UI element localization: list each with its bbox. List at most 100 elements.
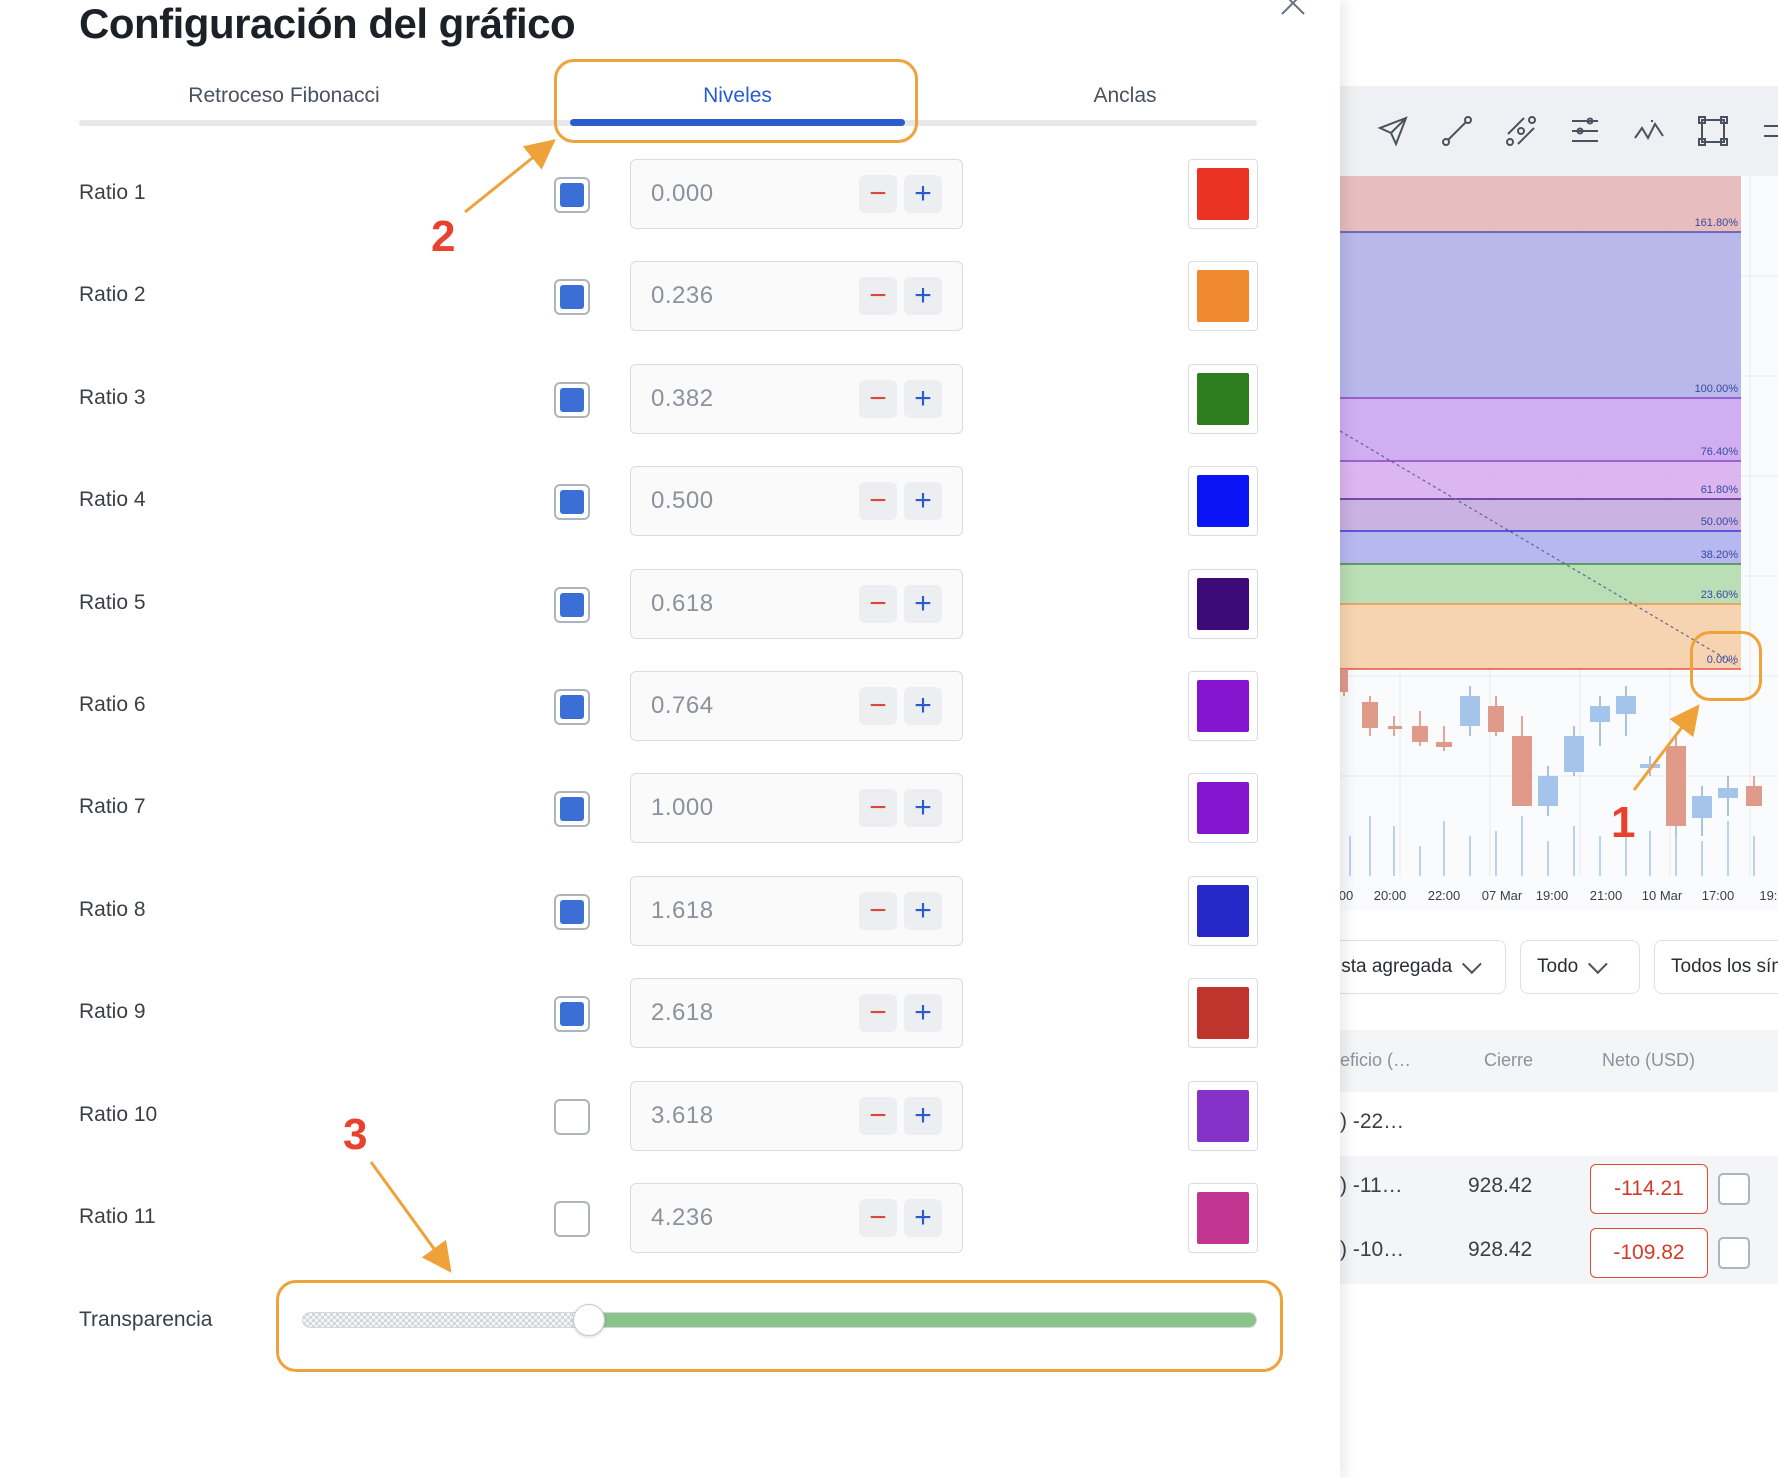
ratio-value-input[interactable]: 4.236 [651,1204,714,1232]
cell-neto: -109.82 [1613,1241,1685,1264]
minus-icon[interactable]: − [859,1096,897,1135]
ratio-value-input[interactable]: 3.618 [651,1102,714,1130]
ratio-visible-checkbox[interactable] [554,1098,590,1135]
minus-icon[interactable]: − [859,789,897,828]
plus-icon[interactable]: + [904,687,942,725]
plus-icon[interactable]: + [904,482,942,521]
ratio-visible-checkbox[interactable] [554,381,590,418]
ratio-color-picker[interactable] [1188,363,1258,434]
plus-icon[interactable]: + [904,1096,942,1135]
ratio-value-input[interactable]: 0.000 [651,180,714,208]
ratio-value-stepper[interactable]: 3.618 − + [630,1080,963,1151]
ratio-value-input[interactable]: 0.382 [651,385,714,413]
column-header-neto[interactable]: Neto (USD) [1602,1050,1695,1071]
ratio-color-picker[interactable] [1188,1080,1258,1151]
ratio-value-stepper[interactable]: 1.000 − + [630,773,963,844]
ratio-color-picker[interactable] [1188,568,1258,639]
plus-icon[interactable]: + [904,584,942,623]
annotation-callout-fib-level [1690,631,1762,701]
minus-icon[interactable]: − [859,994,897,1033]
ratio-value-stepper[interactable]: 0.500 − + [630,466,963,537]
minus-icon[interactable]: − [859,891,897,930]
type-filter-dropdown[interactable]: Todo [1520,940,1640,994]
ratio-visible-checkbox[interactable] [554,689,590,725]
plus-icon[interactable]: + [904,891,942,930]
row-checkbox[interactable] [1718,1237,1750,1269]
ratio-visible-checkbox[interactable] [554,791,590,828]
more-icon[interactable] [1760,114,1778,148]
ratio-value-input[interactable]: 0.500 [651,487,714,515]
ratio-label: Ratio 4 [79,488,146,512]
table-row[interactable]: ) -11… 928.42 -114.21 [1340,1156,1778,1220]
plus-icon[interactable]: + [904,175,942,213]
price-chart[interactable]: 161.80% 100.00% 76.40% 61.80% 50.00% 38.20% 23… [1340,176,1778,910]
minus-icon[interactable]: − [859,482,897,521]
ratio-value-input[interactable]: 0.236 [651,282,714,310]
minus-icon[interactable]: − [859,687,897,725]
table-row[interactable]: ) -22… [1340,1092,1778,1156]
ratio-value-input[interactable]: 2.618 [651,999,714,1027]
table-row[interactable]: ) -10… 928.42 -109.82 [1340,1220,1778,1284]
ratio-visible-checkbox[interactable] [554,279,590,316]
ratio-color-picker[interactable] [1188,261,1258,332]
ratio-value-input[interactable]: 1.000 [651,794,714,822]
minus-icon[interactable]: − [859,584,897,623]
plus-icon[interactable]: + [904,277,942,316]
ratio-value-stepper[interactable]: 0.000 − + [630,159,963,229]
minus-icon[interactable]: − [859,175,897,213]
candle [1538,776,1558,806]
color-swatch [1197,782,1249,835]
ratio-color-picker[interactable] [1188,466,1258,537]
column-header-cierre[interactable]: Cierre [1484,1050,1533,1071]
view-filter-dropdown[interactable]: ista agregada [1340,940,1506,994]
ratio-value-stepper[interactable]: 2.618 − + [630,978,963,1049]
rectangle-icon[interactable] [1696,114,1730,148]
ratio-color-picker[interactable] [1188,671,1258,741]
ratio-value-input[interactable]: 0.764 [651,692,714,720]
ratio-visible-checkbox[interactable] [554,484,590,521]
ratio-value-stepper[interactable]: 0.618 − + [630,568,963,639]
ratio-color-picker[interactable] [1188,1183,1258,1253]
plus-icon[interactable]: + [904,1199,942,1237]
horizontal-lines-icon[interactable] [1568,114,1602,148]
candle [1616,696,1636,714]
line-icon[interactable] [1440,114,1474,148]
ratio-color-picker[interactable] [1188,978,1258,1049]
plus-icon[interactable]: + [904,379,942,418]
send-icon[interactable] [1376,114,1410,148]
minus-icon[interactable]: − [859,277,897,316]
ratio-value-input[interactable]: 1.618 [651,897,714,925]
ratio-color-picker[interactable] [1188,773,1258,844]
column-header-beneficio[interactable]: eficio (… [1340,1050,1411,1071]
candle [1436,742,1452,747]
minus-icon[interactable]: − [859,379,897,418]
symbol-filter-label: Todos los símb [1671,956,1778,977]
row-checkbox[interactable] [1718,1173,1750,1205]
annotation-number-1: 1 [1611,798,1636,847]
plus-icon[interactable]: + [904,789,942,828]
symbol-filter-dropdown[interactable]: Todos los símb [1654,940,1778,994]
fib-zone [1340,564,1741,604]
time-axis-label: 20:00 [1374,888,1407,903]
color-swatch [1197,577,1249,630]
candle [1640,764,1660,768]
ratio-value-stepper[interactable]: 0.764 − + [630,671,963,741]
ratio-value-stepper[interactable]: 0.382 − + [630,363,963,434]
wave-icon[interactable] [1632,114,1666,148]
ratio-visible-checkbox[interactable] [554,996,590,1033]
ratio-color-picker[interactable] [1188,875,1258,946]
ratio-color-picker[interactable] [1188,159,1258,229]
multi-line-icon[interactable] [1504,114,1538,148]
ratio-value-stepper[interactable]: 0.236 − + [630,261,963,332]
ratio-value-stepper[interactable]: 4.236 − + [630,1183,963,1253]
ratio-visible-checkbox[interactable] [554,1201,590,1237]
ratio-label: Ratio 10 [79,1102,158,1126]
ratio-visible-checkbox[interactable] [554,177,590,213]
fib-zones [1340,176,1741,669]
ratio-visible-checkbox[interactable] [554,586,590,623]
minus-icon[interactable]: − [859,1199,897,1237]
ratio-visible-checkbox[interactable] [554,893,590,930]
plus-icon[interactable]: + [904,994,942,1033]
ratio-value-stepper[interactable]: 1.618 − + [630,875,963,946]
ratio-value-input[interactable]: 0.618 [651,590,714,618]
